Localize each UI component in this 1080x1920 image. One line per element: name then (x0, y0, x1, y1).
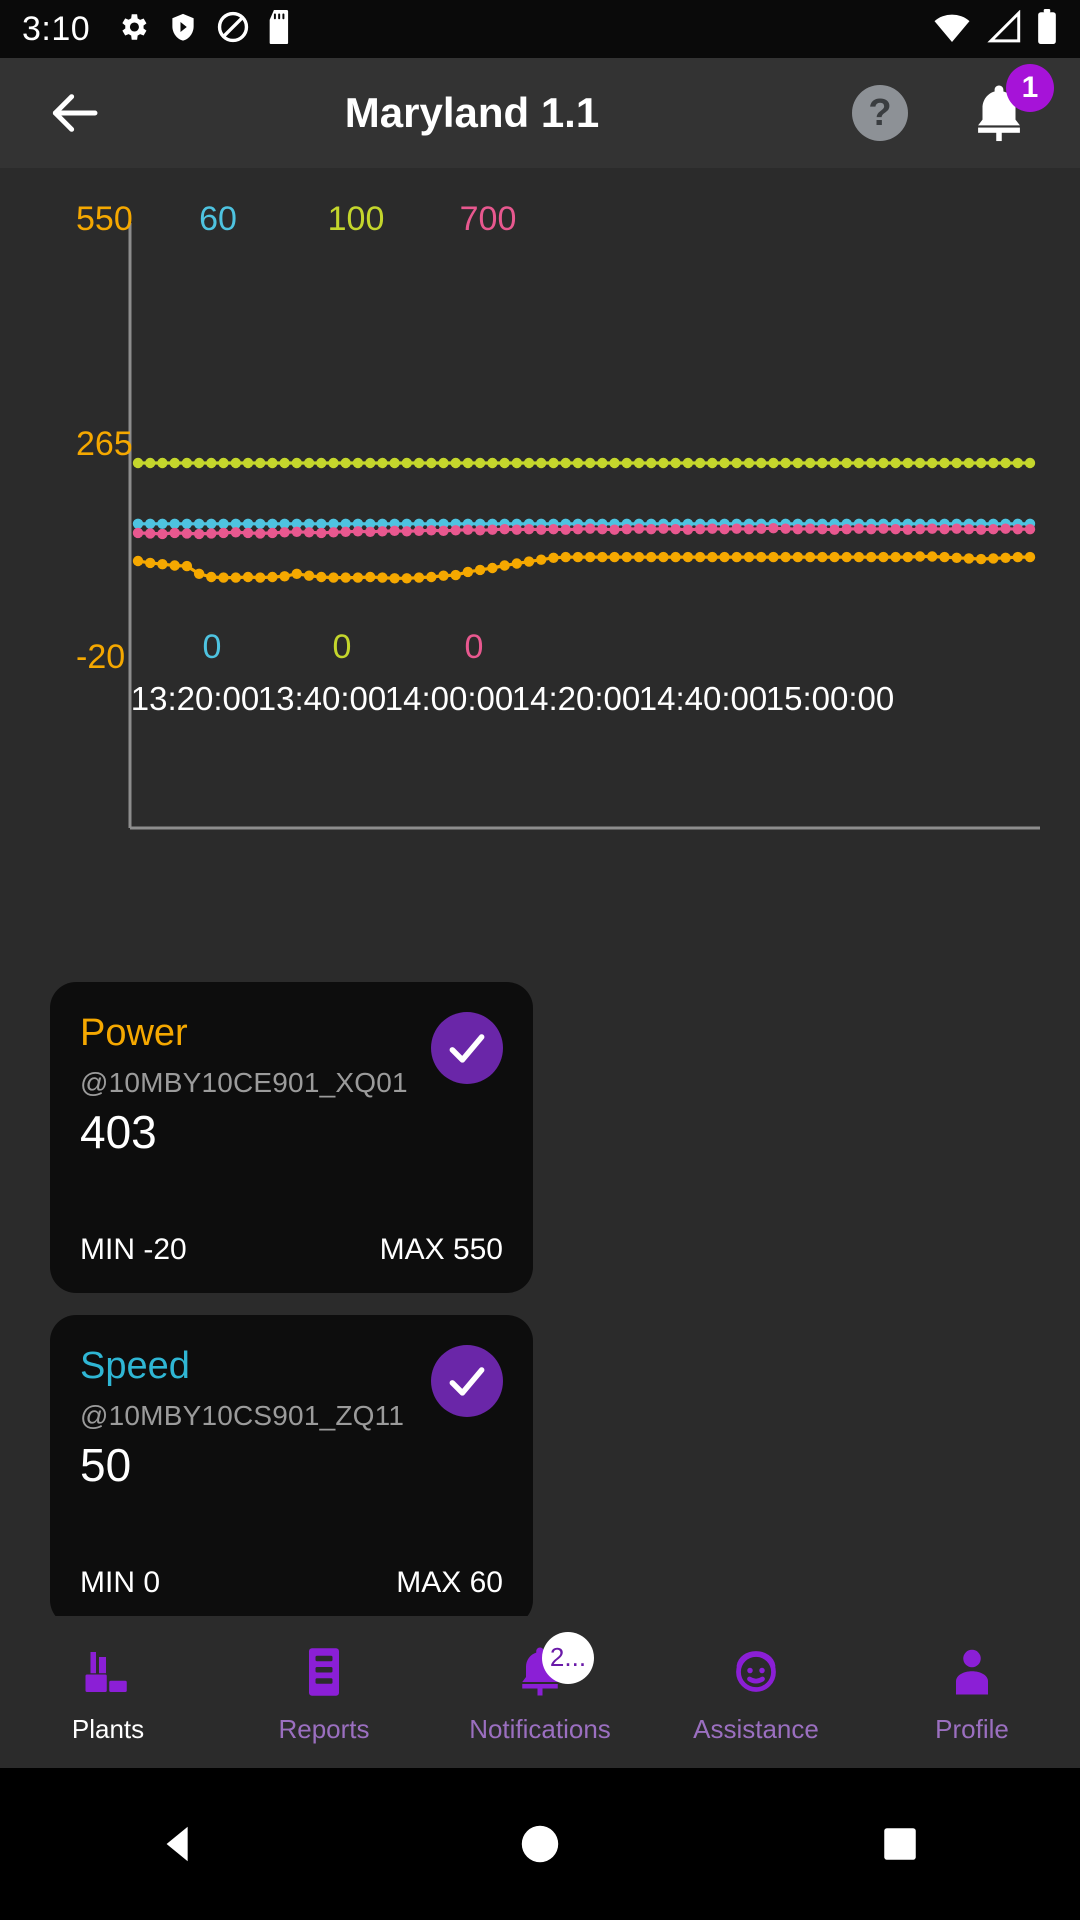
android-status-bar: 3:10 (0, 0, 1080, 58)
nav-item-reports[interactable]: Reports (216, 1640, 432, 1745)
sd-card-icon (268, 9, 294, 49)
metric-card-min: MIN -20 (80, 1233, 187, 1266)
nav-item-label: Notifications (469, 1713, 611, 1744)
metric-card-status-toggle[interactable] (431, 1012, 503, 1084)
axis-max-label-speed: 60 (199, 200, 237, 238)
battery-icon (1036, 8, 1058, 50)
metric-card-power[interactable]: Power @10MBY10CE901_XQ01 403 MIN -20 MAX 550 (50, 982, 533, 1293)
android-system-nav (0, 1768, 1080, 1920)
nav-notification-badge: 2... (542, 1631, 594, 1684)
chart-canvas: 550 60 100 700 -20 0 0 0 265 13:20:0013:40:0014:0… (76, 200, 1040, 830)
axis-max-label-otc: 700 (460, 200, 517, 238)
app-bar: Maryland 1.1 ? 1 (0, 58, 1080, 168)
metric-card-range: MIN -20 MAX 550 (80, 1233, 503, 1267)
metric-card-min: MIN 0 (80, 1566, 161, 1599)
metric-card-speed[interactable]: Speed @10MBY10CS901_ZQ11 50 MIN 0 MAX 60 (50, 1315, 533, 1626)
metric-card-value: 403 (80, 1106, 157, 1158)
cellular-signal-icon (986, 9, 1022, 49)
status-bar-right-icons (932, 8, 1058, 50)
axis-min-label-igv: 0 (333, 628, 352, 666)
x-axis-tick-label: 13:20:00 (131, 680, 259, 717)
app-root: 3:10 Maryland 1.1 ? 1 550 60 100 700 -20… (0, 0, 1080, 1920)
metric-card-value: 50 (80, 1439, 132, 1491)
x-axis-tick-label: 15:00:00 (766, 680, 894, 717)
nav-item-label: Plants (71, 1713, 145, 1744)
question-mark-icon: ? (868, 91, 892, 134)
x-axis-tick-label: 14:00:00 (385, 680, 513, 717)
metric-card-max: MAX 550 (379, 1233, 503, 1266)
nav-item-assistance[interactable]: Assistance (648, 1640, 864, 1745)
wifi-icon (932, 10, 972, 49)
x-axis-tick-label: 14:20:00 (512, 680, 640, 717)
metric-card-max: MAX 60 (396, 1566, 503, 1599)
nav-item-label: Profile (935, 1713, 1009, 1744)
check-icon (449, 1034, 485, 1063)
axis-max-label-igv: 100 (328, 200, 385, 238)
system-recents-button[interactable] (870, 1814, 930, 1874)
metric-card-range: MIN 0 MAX 60 (80, 1566, 503, 1600)
notifications-button[interactable]: 1 (964, 64, 1054, 146)
square-recents-icon (884, 1828, 916, 1860)
triangle-back-icon (166, 1826, 188, 1862)
x-axis-tick-label: 13:40:00 (258, 680, 386, 717)
settings-gear-icon (116, 10, 150, 49)
x-axis-tick-label: 14:40:00 (639, 680, 767, 717)
report-document-icon (292, 1640, 356, 1704)
nav-item-label: Assistance (693, 1713, 819, 1744)
page-title: Maryland 1.1 (344, 89, 600, 136)
nav-item-notifications[interactable]: 2... Notifications (432, 1631, 648, 1745)
back-arrow-icon (52, 94, 98, 132)
circle-home-icon (521, 1825, 559, 1863)
nav-item-profile[interactable]: Profile (864, 1640, 1080, 1745)
axis-min-label-speed: 0 (203, 628, 222, 666)
factory-icon (76, 1640, 140, 1704)
person-icon (940, 1640, 1004, 1704)
do-not-disturb-icon (216, 10, 250, 49)
play-protect-icon (168, 10, 198, 49)
status-bar-clock: 3:10 (22, 9, 91, 48)
system-home-button[interactable] (510, 1814, 570, 1874)
system-back-button[interactable] (150, 1814, 210, 1874)
nav-item-plants[interactable]: Plants (0, 1640, 216, 1745)
bottom-navigation-bar: Plants Reports 2... Notifications Assistance… (0, 1616, 1080, 1768)
status-bar-left-icons (116, 9, 294, 49)
axis-min-label-otc: 0 (465, 628, 484, 666)
metric-card-status-toggle[interactable] (431, 1345, 503, 1417)
axis-min-label-power: -20 (76, 638, 125, 676)
check-icon (449, 1367, 485, 1396)
nav-item-label: Reports (278, 1713, 370, 1744)
bell-icon: 2... (508, 1631, 594, 1704)
back-button[interactable] (46, 85, 102, 141)
axis-mid-label-power: 265 (76, 425, 133, 463)
help-button[interactable]: ? (852, 85, 908, 141)
support-agent-icon (724, 1640, 788, 1704)
multi-axis-trend-chart[interactable]: 550 60 100 700 -20 0 0 0 265 13:20:00 13:40:00 14:0… (0, 168, 1080, 868)
axis-max-label-power: 550 (76, 200, 133, 238)
notification-count-badge: 1 (1006, 64, 1054, 112)
